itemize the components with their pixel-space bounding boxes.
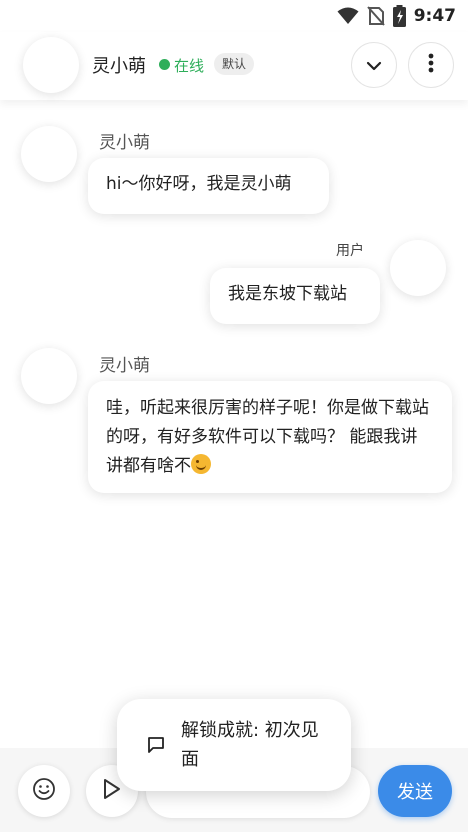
emoji-button[interactable] [18, 765, 70, 817]
status-bar: 9:47 [0, 0, 468, 32]
online-status-text: 在线 [174, 57, 205, 75]
contact-name: 灵小萌 [92, 56, 146, 77]
avatar[interactable] [23, 37, 79, 93]
message-text: 哇，听起来很厉害的样子呢！你是做下载站的呀，有好多软件可以下载吗？ 能跟我讲讲都… [106, 398, 429, 476]
toast-text: 解锁成就: 初次见面 [181, 720, 319, 770]
smirk-emoji-icon [191, 454, 211, 474]
achievement-toast: 解锁成就: 初次见面 [117, 699, 351, 791]
play-icon [102, 778, 122, 804]
wifi-icon [337, 7, 359, 25]
more-vertical-icon [428, 53, 434, 77]
online-status-dot [159, 59, 170, 70]
emoji-icon [32, 777, 56, 805]
clock: 9:47 [413, 6, 456, 26]
battery-charging-icon [392, 5, 406, 27]
no-sim-icon [366, 6, 385, 26]
message-sender: 用户 [336, 243, 364, 259]
send-button[interactable]: 发送 [378, 765, 452, 817]
message-bubble[interactable]: 哇，听起来很厉害的样子呢！你是做下载站的呀，有好多软件可以下载吗？ 能跟我讲讲都… [88, 381, 452, 493]
mode-badge[interactable]: 默认 [214, 53, 255, 75]
bot-avatar[interactable] [21, 348, 77, 404]
message-icon [147, 736, 165, 758]
expand-button[interactable] [351, 42, 397, 88]
more-options-button[interactable] [408, 42, 454, 88]
message-sender: 灵小萌 [99, 133, 150, 153]
bot-avatar[interactable] [21, 126, 77, 182]
message-sender: 灵小萌 [99, 356, 150, 376]
chat-header: 灵小萌 在线 默认 [0, 32, 468, 100]
user-avatar[interactable] [390, 240, 446, 296]
message-bubble[interactable]: 我是东坡下载站 [210, 268, 380, 324]
chevron-down-icon [366, 56, 382, 75]
message-bubble[interactable]: hi～你好呀，我是灵小萌 [88, 158, 329, 214]
